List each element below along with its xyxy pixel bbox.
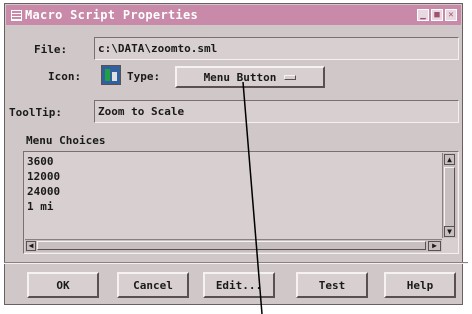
vertical-scrollbar[interactable]: ▲ ▼ <box>442 153 457 238</box>
horizontal-scroll-thumb[interactable] <box>37 241 426 250</box>
maximize-icon[interactable]: ■ <box>431 9 443 21</box>
minimize-icon[interactable]: ▁ <box>417 9 429 21</box>
window-controls: ▁ ■ ✕ <box>417 9 457 21</box>
file-label: File: <box>34 43 68 56</box>
button-separator <box>4 262 468 264</box>
list-item[interactable]: 24000 <box>27 184 60 199</box>
tooltip-field[interactable]: Zoom to Scale <box>94 100 459 123</box>
window-title: Macro Script Properties <box>25 8 199 22</box>
scroll-left-arrow-icon[interactable]: ◀ <box>26 241 36 251</box>
title-bar[interactable]: Macro Script Properties ▁ ■ ✕ <box>6 5 461 25</box>
scroll-down-arrow-icon[interactable]: ▼ <box>444 226 455 237</box>
list-item[interactable]: 3600 <box>27 154 60 169</box>
menu-choices-list[interactable]: 3600 12000 24000 1 mi ▲ ▼ ◀ ▶ <box>23 151 459 254</box>
horizontal-scrollbar[interactable]: ◀ ▶ <box>25 239 442 252</box>
list-item[interactable]: 1 mi <box>27 199 60 214</box>
scroll-up-arrow-icon[interactable]: ▲ <box>444 154 455 165</box>
dropdown-indicator-icon <box>284 74 297 80</box>
file-field[interactable]: c:\DATA\zoomto.sml <box>94 37 459 60</box>
window-menu-icon[interactable] <box>11 9 22 21</box>
cancel-button[interactable]: Cancel <box>117 272 189 298</box>
vertical-scroll-thumb[interactable] <box>444 167 455 227</box>
close-icon[interactable]: ✕ <box>445 9 457 21</box>
edit-button[interactable]: Edit... <box>203 272 275 298</box>
type-select-value: Menu Button <box>203 70 277 84</box>
menu-choices-label: Menu Choices <box>26 134 106 147</box>
bar-chart-icon <box>105 69 110 81</box>
type-label: Type: <box>127 70 161 83</box>
scroll-right-arrow-icon[interactable]: ▶ <box>428 241 441 251</box>
ok-button[interactable]: OK <box>27 272 99 298</box>
test-button[interactable]: Test <box>296 272 368 298</box>
help-button[interactable]: Help <box>384 272 456 298</box>
list-item[interactable]: 12000 <box>27 169 60 184</box>
macro-icon-button[interactable] <box>101 65 121 85</box>
type-select[interactable]: Menu Button <box>175 66 325 88</box>
icon-label: Icon: <box>48 70 82 83</box>
tooltip-label: ToolTip: <box>9 106 62 119</box>
